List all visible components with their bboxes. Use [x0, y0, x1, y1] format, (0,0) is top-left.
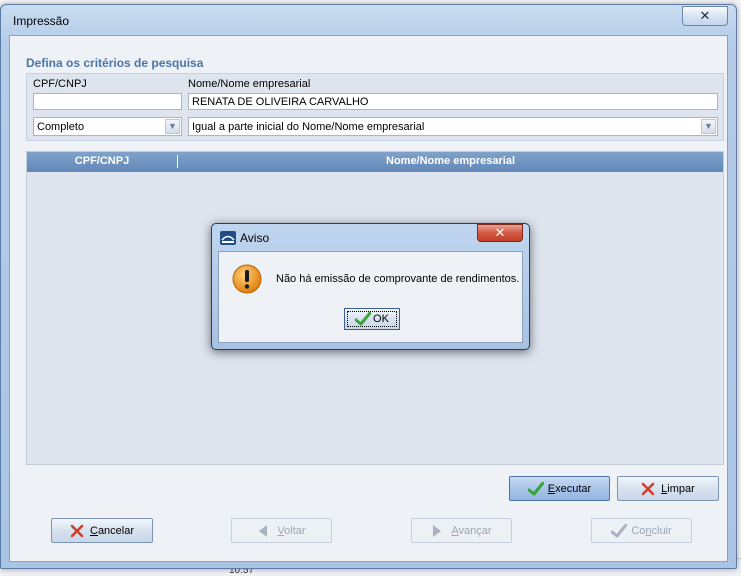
tipo-select-value: Completo	[37, 121, 85, 133]
results-header: CPF/CNPJ Nome/Nome empresarial	[27, 152, 723, 172]
executar-button[interactable]: Executar	[509, 476, 610, 501]
arrow-left-icon	[257, 524, 271, 538]
dialog-body: Não há emissão de comprovante de rendime…	[218, 251, 523, 343]
cancelar-button[interactable]: Cancelar	[51, 518, 153, 543]
tipo-select[interactable]: Completo ▼	[33, 117, 182, 136]
check-icon	[355, 312, 372, 326]
criteria-title: Defina os critérios de pesquisa	[26, 56, 204, 70]
dialog-close-button[interactable]: ✕	[477, 224, 523, 242]
ok-button[interactable]: OK	[344, 308, 400, 330]
app-logo-icon	[220, 231, 236, 245]
clear-x-icon	[641, 482, 655, 496]
match-select[interactable]: Igual a parte inicial do Nome/Nome empre…	[188, 117, 718, 136]
avancar-button[interactable]: Avançar	[411, 518, 512, 543]
chevron-down-icon: ▼	[701, 119, 716, 134]
concluir-label: Concluir	[631, 524, 672, 537]
arrow-right-icon	[431, 524, 445, 538]
limpar-button[interactable]: Limpar	[617, 476, 719, 501]
voltar-button[interactable]: Voltar	[231, 518, 332, 543]
dialog-title: Aviso	[240, 231, 270, 245]
voltar-label: Voltar	[277, 524, 306, 537]
warning-icon	[232, 264, 262, 294]
column-header-cpf[interactable]: CPF/CNPJ	[27, 155, 177, 167]
chevron-down-icon: ▼	[165, 119, 180, 134]
check-icon	[611, 523, 628, 538]
avancar-label: Avançar	[451, 524, 492, 537]
column-header-nome[interactable]: Nome/Nome empresarial	[178, 155, 723, 167]
executar-label: Executar	[547, 482, 592, 495]
window-title: Impressão	[13, 14, 70, 28]
check-icon	[527, 481, 544, 496]
nome-input[interactable]: RENATA DE OLIVEIRA CARVALHO	[188, 93, 718, 110]
dialog-message: Não há emissão de comprovante de rendime…	[276, 273, 520, 285]
criteria-panel: CPF/CNPJ Nome/Nome empresarial RENATA DE…	[26, 73, 724, 141]
cancel-x-icon	[70, 524, 84, 538]
ok-label: OK	[373, 313, 389, 325]
concluir-button[interactable]: Concluir	[591, 518, 692, 543]
cpf-input[interactable]	[33, 93, 182, 110]
nome-label: Nome/Nome empresarial	[188, 78, 311, 90]
aviso-dialog: Aviso ✕ Não há emissão de comprovante de…	[211, 223, 530, 350]
match-select-value: Igual a parte inicial do Nome/Nome empre…	[192, 121, 425, 133]
limpar-label: Limpar	[661, 482, 695, 495]
window-close-button[interactable]: ✕	[682, 6, 728, 26]
cpf-label: CPF/CNPJ	[33, 78, 87, 90]
cancelar-label: Cancelar	[89, 524, 135, 537]
